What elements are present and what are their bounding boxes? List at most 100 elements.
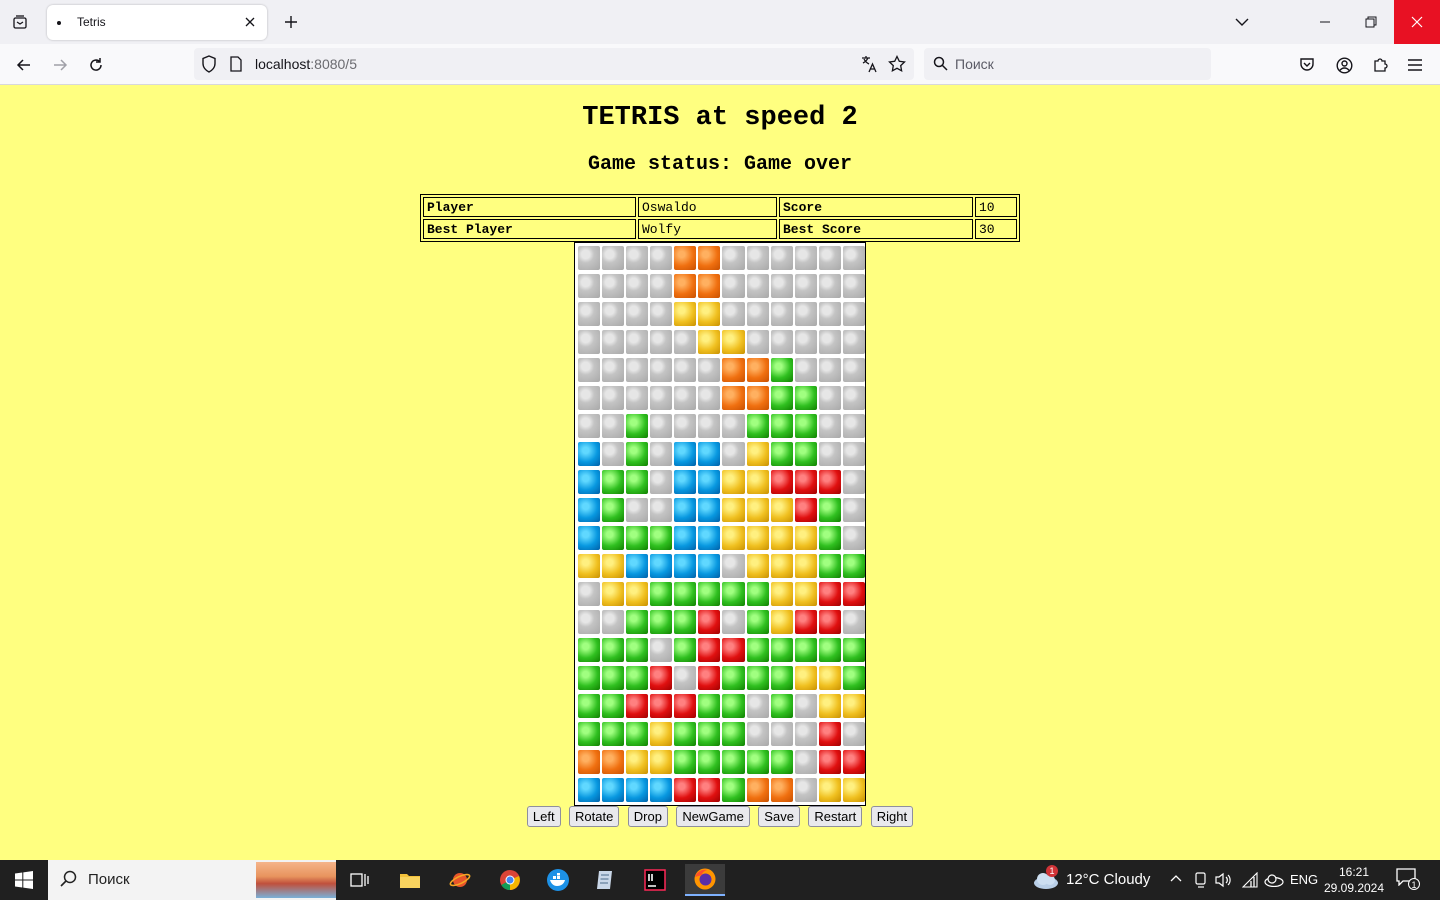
- yellow-block: [818, 694, 841, 718]
- empty-cell: [602, 302, 625, 326]
- board-row: [576, 608, 865, 636]
- red-block: [674, 778, 697, 802]
- yellow-block: [770, 498, 793, 522]
- bookmark-star-icon[interactable]: [888, 55, 906, 73]
- blue-block: [674, 526, 697, 550]
- notes-app-button[interactable]: [586, 864, 626, 896]
- new-game-button[interactable]: NewGame: [676, 806, 750, 827]
- intellij-button[interactable]: [635, 864, 675, 896]
- docker-button[interactable]: [538, 864, 578, 896]
- board-row: [576, 692, 865, 720]
- green-block: [674, 638, 697, 662]
- empty-cell: [770, 274, 793, 298]
- notification-count-badge: 1: [1408, 878, 1420, 890]
- tab-tetris[interactable]: Tetris: [47, 5, 267, 40]
- meet-now-icon[interactable]: [1194, 872, 1208, 888]
- green-block: [746, 610, 769, 634]
- forward-button[interactable]: [45, 50, 75, 80]
- blue-block: [674, 442, 697, 466]
- red-block: [842, 582, 865, 606]
- tab-favicon-icon: [57, 21, 61, 25]
- tab-close-button[interactable]: [241, 13, 259, 31]
- empty-cell: [602, 246, 625, 270]
- shield-icon[interactable]: [201, 55, 217, 73]
- search-bar[interactable]: Поиск: [924, 48, 1211, 80]
- red-block: [674, 694, 697, 718]
- menu-button[interactable]: [1400, 50, 1430, 80]
- page-title: TETRIS at speed 2: [582, 103, 858, 133]
- back-button[interactable]: [9, 50, 39, 80]
- board-row: [576, 440, 865, 468]
- taskbar-search-placeholder: Поиск: [88, 871, 130, 888]
- chrome-button[interactable]: [490, 864, 530, 896]
- clock[interactable]: 16:21 29.09.2024: [1320, 864, 1388, 896]
- translate-icon[interactable]: [860, 55, 878, 73]
- hamburger-menu-icon: [1408, 59, 1422, 71]
- empty-cell: [746, 302, 769, 326]
- orange-block: [578, 750, 601, 774]
- green-block: [842, 638, 865, 662]
- empty-cell: [626, 358, 649, 382]
- green-block: [842, 666, 865, 690]
- red-block: [818, 582, 841, 606]
- green-block: [698, 722, 721, 746]
- red-block: [818, 470, 841, 494]
- red-block: [650, 666, 673, 690]
- window-minimize-button[interactable]: [1302, 0, 1348, 44]
- extensions-button[interactable]: [1365, 50, 1395, 80]
- onedrive-cloud-icon[interactable]: [1264, 873, 1284, 887]
- drop-button[interactable]: Drop: [627, 806, 668, 827]
- green-block: [626, 666, 649, 690]
- volume-icon[interactable]: [1215, 872, 1233, 888]
- green-block: [722, 722, 745, 746]
- firefox-button[interactable]: [685, 864, 725, 896]
- url-bar[interactable]: localhost:8080/5: [194, 48, 914, 80]
- reload-icon: [90, 58, 102, 71]
- empty-cell: [842, 246, 865, 270]
- red-block: [770, 470, 793, 494]
- orange-block: [602, 750, 625, 774]
- file-explorer-button[interactable]: [390, 864, 430, 896]
- tab-list-button[interactable]: [6, 8, 34, 36]
- empty-cell: [842, 498, 865, 522]
- left-button[interactable]: Left: [526, 806, 561, 827]
- wifi-icon[interactable]: [1242, 872, 1258, 888]
- empty-cell: [602, 358, 625, 382]
- start-button[interactable]: [0, 860, 48, 900]
- account-button[interactable]: [1329, 50, 1359, 80]
- orange-block: [698, 274, 721, 298]
- save-button[interactable]: Save: [758, 806, 800, 827]
- new-tab-button[interactable]: [278, 8, 304, 36]
- language-indicator[interactable]: ENG: [1290, 872, 1318, 887]
- right-button[interactable]: Right: [870, 806, 914, 827]
- score-table: Player Oswaldo Score 10 Best Player Wolf…: [420, 194, 1020, 242]
- green-block: [602, 666, 625, 690]
- window-restore-button[interactable]: [1348, 0, 1394, 44]
- list-all-tabs-button[interactable]: [1228, 8, 1256, 36]
- pocket-button[interactable]: [1292, 50, 1322, 80]
- empty-cell: [602, 610, 625, 634]
- green-block: [794, 638, 817, 662]
- app-planet-button[interactable]: [440, 864, 480, 896]
- window-close-button[interactable]: [1394, 0, 1440, 44]
- url-text[interactable]: localhost:8080/5: [255, 56, 357, 72]
- notepad-icon: [597, 871, 612, 889]
- yellow-block: [842, 694, 865, 718]
- weather-text[interactable]: 12°C Cloudy: [1066, 871, 1150, 888]
- rotate-button[interactable]: Rotate: [569, 806, 620, 827]
- green-block: [650, 526, 673, 550]
- restart-button[interactable]: Restart: [808, 806, 863, 827]
- notifications-button[interactable]: 1: [1396, 868, 1422, 892]
- empty-cell: [578, 358, 601, 382]
- taskbar-search-box[interactable]: Поиск: [48, 860, 336, 900]
- blue-block: [650, 778, 673, 802]
- tab-title: Tetris: [77, 15, 106, 29]
- page-icon[interactable]: [229, 56, 243, 72]
- orange-block: [770, 778, 793, 802]
- yellow-block: [842, 778, 865, 802]
- reload-button[interactable]: [81, 50, 111, 80]
- task-view-button[interactable]: [340, 864, 380, 896]
- search-highlight-image[interactable]: [256, 862, 336, 898]
- empty-cell: [650, 638, 673, 662]
- chevron-up-icon[interactable]: [1170, 874, 1182, 882]
